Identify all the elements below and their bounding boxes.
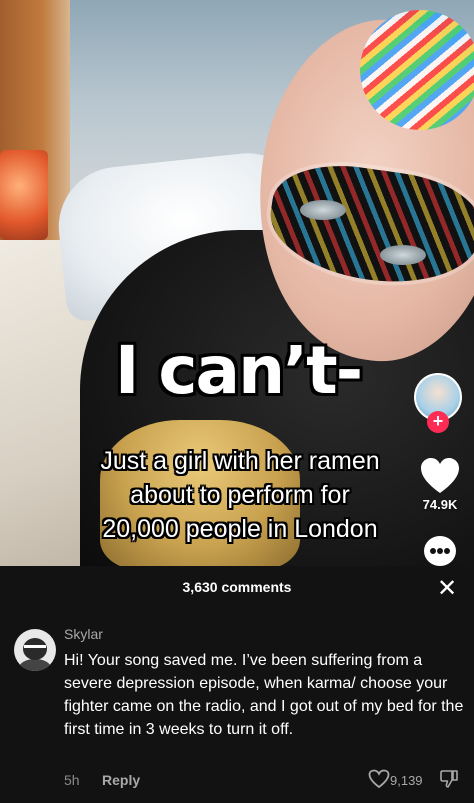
avatar-body (19, 659, 51, 671)
subtitle-line: Just a girl with her ramen (100, 447, 380, 475)
video-subtitle: Just a girl with her ramen about to perf… (60, 444, 420, 546)
comment-username[interactable]: Skylar (64, 626, 103, 642)
comment-timestamp: 5h (64, 772, 80, 788)
reply-button[interactable]: Reply (102, 772, 140, 788)
left-eye (300, 200, 346, 220)
right-eye (380, 245, 426, 265)
comment-like-count: 9,139 (390, 773, 423, 788)
like-count: 74.9K (422, 497, 458, 512)
subtitle-line: about to perform for (130, 481, 350, 509)
dislike-icon[interactable] (439, 769, 459, 789)
lamp (0, 150, 48, 240)
follow-plus-icon[interactable]: + (427, 411, 449, 433)
comment-text: Hi! Your song saved me. I’ve been suffer… (64, 652, 464, 738)
comment-count: 3,630 comments (182, 579, 292, 595)
heart-icon[interactable] (420, 457, 460, 495)
comment-icon[interactable] (424, 536, 456, 566)
comments-header: 3,630 comments ✕ (0, 566, 474, 608)
overlay-caption: I can’t- (114, 332, 363, 409)
video-player[interactable]: I can’t- Just a girl with her ramen abou… (0, 0, 474, 566)
subtitle-line: 20,000 people in London (102, 515, 378, 543)
comments-sheet: 3,630 comments ✕ Skylar Hi! Your song sa… (0, 566, 474, 803)
close-button[interactable]: ✕ (433, 574, 461, 602)
avatar[interactable] (14, 629, 56, 671)
comment-heart-icon[interactable] (368, 769, 390, 789)
avatar-glasses (24, 645, 46, 651)
